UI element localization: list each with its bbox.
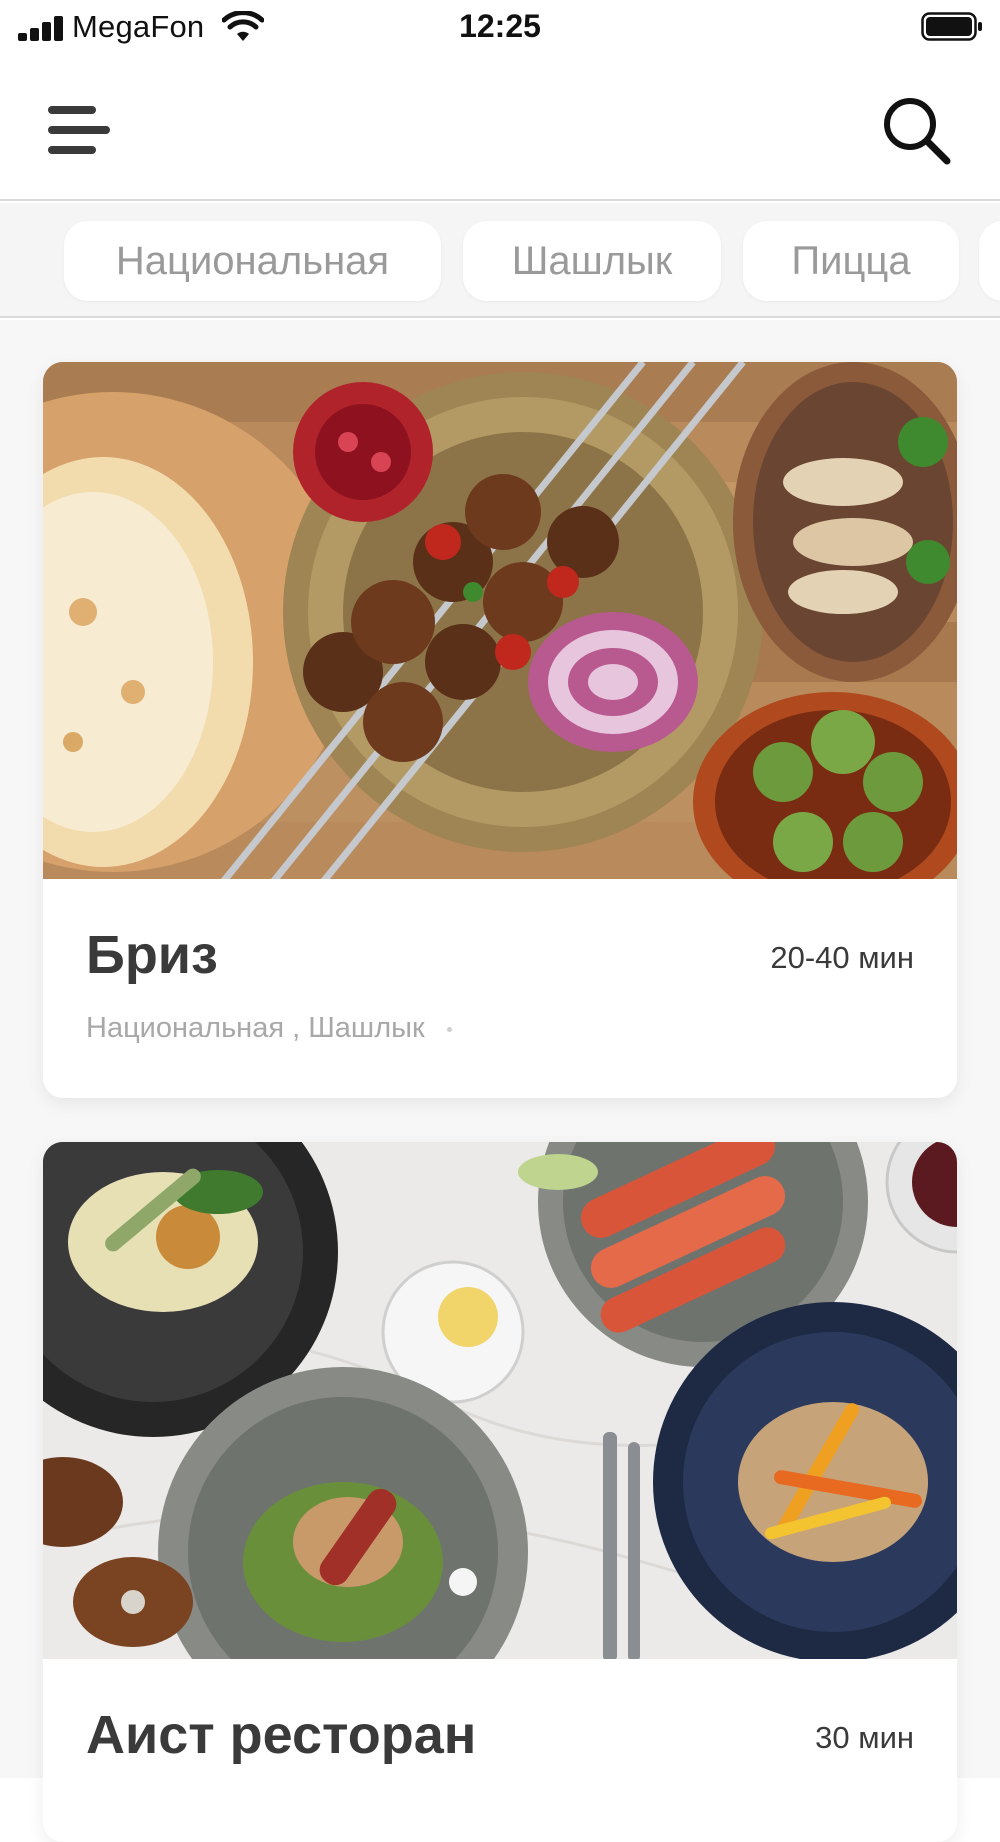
category-chip-pizza[interactable]: Пицца	[743, 221, 959, 301]
restaurant-photo	[43, 362, 957, 879]
battery-icon	[921, 12, 982, 41]
restaurant-tag: Шашлык	[308, 1012, 425, 1044]
delivery-time: 30 мин	[815, 1720, 914, 1755]
tag-separator: ,	[292, 1012, 301, 1044]
category-chip-partial[interactable]	[979, 221, 1000, 301]
restaurant-name: Аист ресторан	[86, 1705, 477, 1765]
search-button[interactable]	[872, 86, 960, 174]
restaurant-name: Бриз	[86, 925, 218, 985]
chip-label: Пицца	[791, 238, 911, 283]
chip-label: Национальная	[115, 238, 390, 283]
delivery-time: 20-40 мин	[770, 940, 914, 975]
tag-dot	[446, 1026, 452, 1032]
search-icon	[884, 98, 951, 165]
status-time: 12:25	[459, 8, 541, 44]
category-chip-national[interactable]: Национальная	[64, 221, 441, 301]
restaurant-card[interactable]: Аист ресторан 30 мин	[43, 1142, 957, 1842]
category-chips: Национальная Шашлык Пицца	[0, 203, 1000, 318]
restaurant-card[interactable]: Бриз 20-40 мин Национальная , Шашлык	[43, 362, 957, 1098]
restaurant-photo	[43, 1142, 957, 1659]
restaurant-tag: Национальная	[86, 1012, 285, 1044]
restaurant-list: Бриз 20-40 мин Национальная , Шашлык Аис…	[0, 320, 1000, 1842]
menu-button[interactable]	[38, 96, 116, 168]
status-bar: MegaFon 12:25	[0, 0, 1000, 56]
chip-label: Шашлык	[511, 238, 673, 283]
category-chip-shashlik[interactable]: Шашлык	[463, 221, 721, 301]
top-app-bar	[0, 56, 1000, 201]
restaurant-tags: Национальная , Шашлык	[86, 1012, 452, 1045]
